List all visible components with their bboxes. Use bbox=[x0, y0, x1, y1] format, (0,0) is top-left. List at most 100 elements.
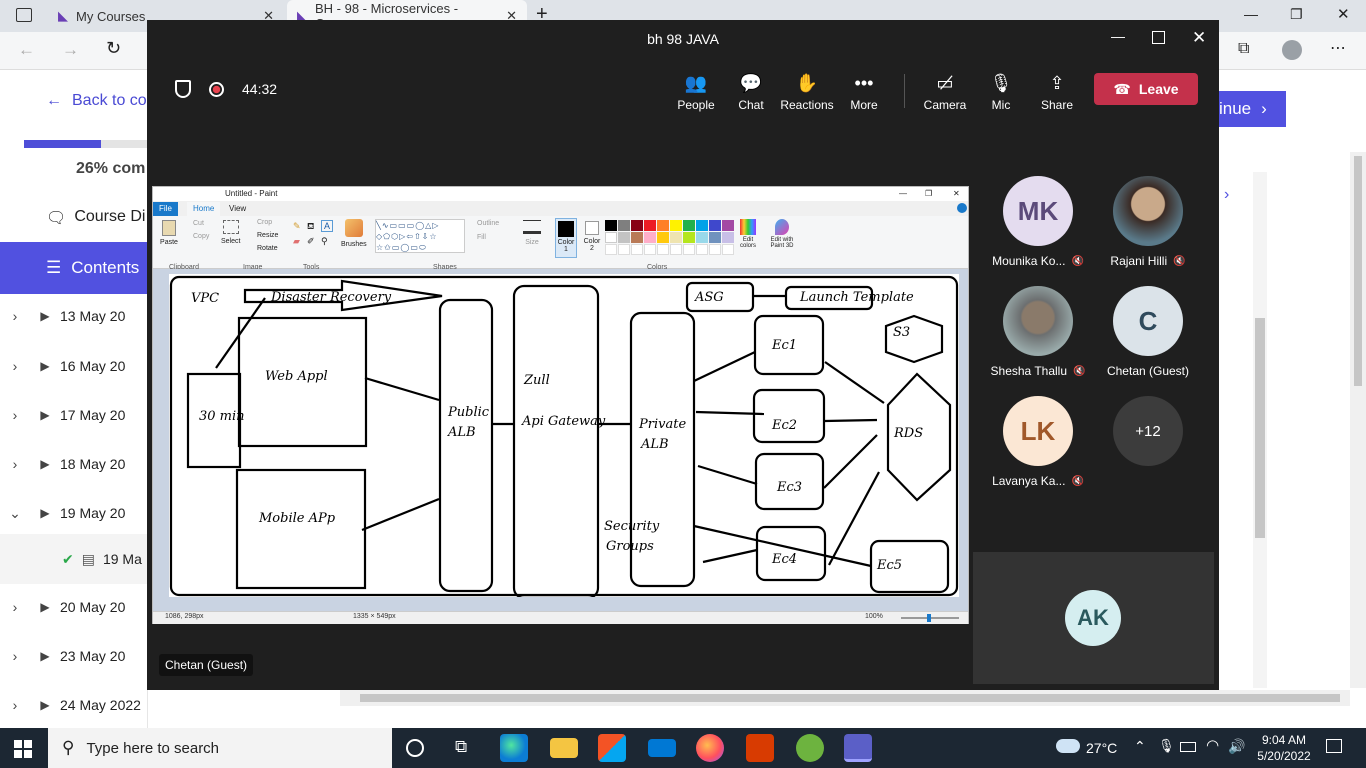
close-window-icon[interactable]: ✕ bbox=[1337, 5, 1350, 23]
color2-button[interactable]: Color 2 bbox=[581, 218, 603, 252]
day-item[interactable]: ⌄ ▶ 19 May 20 bbox=[0, 488, 148, 538]
paint-maximize-icon[interactable]: ❐ bbox=[925, 187, 932, 201]
eraser-tool-icon[interactable]: ▰ bbox=[293, 236, 300, 247]
zoom-slider[interactable] bbox=[901, 614, 959, 622]
more-participants-button[interactable]: +12 bbox=[1093, 396, 1203, 474]
size-button[interactable]: Size bbox=[523, 220, 541, 246]
drawing-canvas[interactable]: VPC Disaster Recovery 30 min Web Appl Mo… bbox=[169, 274, 959, 597]
continue-button[interactable]: inue › bbox=[1215, 91, 1286, 127]
mail-icon[interactable] bbox=[648, 739, 676, 757]
participant-tile[interactable]: C Chetan (Guest) bbox=[1093, 286, 1203, 378]
minimize-icon[interactable]: — bbox=[1244, 6, 1258, 22]
fill-button[interactable]: Fill bbox=[477, 234, 486, 241]
fill-tool-icon[interactable]: ⛾ bbox=[307, 221, 314, 233]
outline-button[interactable]: Outline bbox=[477, 220, 499, 227]
participant-tile[interactable]: LK Lavanya Ka... 🔇 bbox=[983, 396, 1093, 488]
firefox-icon[interactable] bbox=[696, 734, 724, 762]
collections-icon[interactable]: ⧉ bbox=[1238, 40, 1249, 58]
scrollbar-thumb[interactable] bbox=[360, 694, 1340, 702]
day-item[interactable]: › ▶ 13 May 20 bbox=[0, 291, 148, 341]
battery-icon[interactable] bbox=[1180, 742, 1196, 752]
day-item[interactable]: › ▶ 23 May 20 bbox=[0, 631, 148, 681]
shield-icon[interactable] bbox=[175, 80, 191, 98]
share-button[interactable]: ⇪ Share bbox=[1029, 70, 1085, 112]
store-icon[interactable] bbox=[598, 734, 626, 762]
cortana-icon[interactable] bbox=[406, 739, 424, 757]
paint-home-tab[interactable]: Home bbox=[187, 202, 221, 216]
horizontal-scrollbar[interactable] bbox=[340, 690, 1350, 706]
weather-text[interactable]: 27°C bbox=[1086, 740, 1117, 756]
participant-tile[interactable]: Shesha Thallu 🔇 bbox=[983, 286, 1093, 378]
resize-button[interactable]: Resize bbox=[257, 232, 278, 239]
content-scrollbar[interactable] bbox=[1253, 172, 1267, 688]
camera-button[interactable]: ▭̸ Camera bbox=[917, 70, 973, 112]
help-icon[interactable] bbox=[957, 203, 967, 213]
people-button[interactable]: 👥 People bbox=[668, 70, 724, 112]
minimize-icon[interactable]: — bbox=[1111, 28, 1125, 44]
color1-button[interactable]: Color 1 bbox=[555, 218, 577, 258]
shapes-gallery[interactable]: ╲∿▭▭▭◯△▷ ◇⬠⬡▷⇦⇧⇩☆ ☆✩▭◯▭⬭ bbox=[375, 219, 465, 253]
color-picker-icon[interactable]: ✐ bbox=[307, 236, 315, 247]
more-button[interactable]: ••• More bbox=[836, 70, 892, 112]
copy-button[interactable]: Copy bbox=[193, 233, 209, 240]
day-item[interactable]: › ▶ 20 May 20 bbox=[0, 582, 148, 632]
scrollbar-thumb[interactable] bbox=[1354, 156, 1362, 386]
paint-file-tab[interactable]: File bbox=[153, 202, 178, 216]
chat-button[interactable]: 💬 Chat bbox=[723, 70, 779, 112]
volume-icon[interactable]: 🔊 bbox=[1228, 738, 1245, 755]
notification-icon[interactable] bbox=[1326, 739, 1342, 753]
cut-button[interactable]: Cut bbox=[193, 220, 204, 227]
mic-button[interactable]: 🎙 Mic bbox=[973, 70, 1029, 112]
paint-close-icon[interactable]: ✕ bbox=[953, 187, 960, 201]
day-item[interactable]: › ▶ 17 May 20 bbox=[0, 390, 148, 440]
contents-header[interactable]: ☰ Contents bbox=[0, 242, 148, 294]
page-scrollbar[interactable] bbox=[1350, 152, 1366, 688]
paint3d-button[interactable]: Edit with Paint 3D bbox=[765, 218, 799, 249]
participant-tile[interactable]: Rajani Hilli 🔇 bbox=[1093, 176, 1203, 268]
settings-more-icon[interactable]: ⋯ bbox=[1330, 38, 1346, 58]
teams-icon[interactable] bbox=[844, 734, 872, 762]
clock[interactable]: 9:04 AM 5/20/2022 bbox=[1256, 732, 1312, 764]
profile-avatar[interactable] bbox=[1282, 40, 1302, 60]
reactions-button[interactable]: ✋ Reactions bbox=[779, 70, 835, 112]
course-discussion-link[interactable]: 🗨 Course Di bbox=[46, 208, 145, 228]
maximize-icon[interactable] bbox=[1152, 31, 1165, 44]
text-tool-icon[interactable]: A bbox=[321, 220, 334, 232]
tag-icon: ▶ bbox=[40, 649, 50, 663]
forward-icon[interactable]: → bbox=[62, 40, 79, 60]
edit-colors-button[interactable]: Edit colors bbox=[737, 218, 759, 249]
wifi-icon[interactable]: ◠ bbox=[1206, 736, 1219, 754]
rotate-button[interactable]: Rotate bbox=[257, 245, 278, 252]
zoom-slider-thumb[interactable] bbox=[927, 614, 931, 622]
pencil-tool-icon[interactable]: ✎ bbox=[293, 221, 301, 232]
paste-button[interactable]: Paste bbox=[159, 220, 179, 252]
spring-tool-icon[interactable] bbox=[796, 734, 824, 762]
back-icon[interactable]: ← bbox=[18, 40, 35, 60]
paint-minimize-icon[interactable]: — bbox=[899, 187, 907, 201]
crop-button[interactable]: Crop bbox=[257, 219, 272, 226]
day-item[interactable]: › ▶ 18 May 20 bbox=[0, 439, 148, 489]
close-icon[interactable]: ✕ bbox=[1192, 28, 1206, 48]
content-next-icon[interactable]: › bbox=[1224, 186, 1229, 204]
color-palette[interactable] bbox=[605, 220, 735, 256]
refresh-icon[interactable]: ↻ bbox=[106, 38, 121, 59]
back-to-course-link[interactable]: ← Back to co bbox=[46, 92, 147, 110]
scrollbar-thumb[interactable] bbox=[1255, 318, 1265, 538]
task-view-icon[interactable]: ⧉ bbox=[455, 737, 467, 757]
brushes-button[interactable]: Brushes bbox=[341, 219, 367, 248]
windows-start-icon[interactable] bbox=[14, 740, 32, 758]
taskbar-search[interactable]: ⚲ Type here to search bbox=[48, 728, 392, 768]
file-explorer-icon[interactable] bbox=[550, 738, 578, 758]
edge-icon[interactable] bbox=[500, 734, 528, 762]
magnifier-icon[interactable]: ⚲ bbox=[321, 236, 328, 247]
participant-tile[interactable]: MK Mounika Ko... 🔇 bbox=[983, 176, 1093, 268]
chevron-up-icon[interactable]: ⌃ bbox=[1134, 738, 1146, 755]
restore-icon[interactable]: ❐ bbox=[1290, 6, 1303, 23]
day-item[interactable]: › ▶ 16 May 20 bbox=[0, 341, 148, 391]
office-icon[interactable] bbox=[746, 734, 774, 762]
paint-view-tab[interactable]: View bbox=[223, 202, 252, 216]
leave-button[interactable]: ☎ Leave bbox=[1094, 73, 1198, 105]
tab-actions-icon[interactable] bbox=[16, 8, 32, 22]
select-button[interactable]: Select bbox=[221, 220, 240, 245]
lesson-item[interactable]: ✔ ▤ 19 Ma bbox=[0, 534, 148, 584]
